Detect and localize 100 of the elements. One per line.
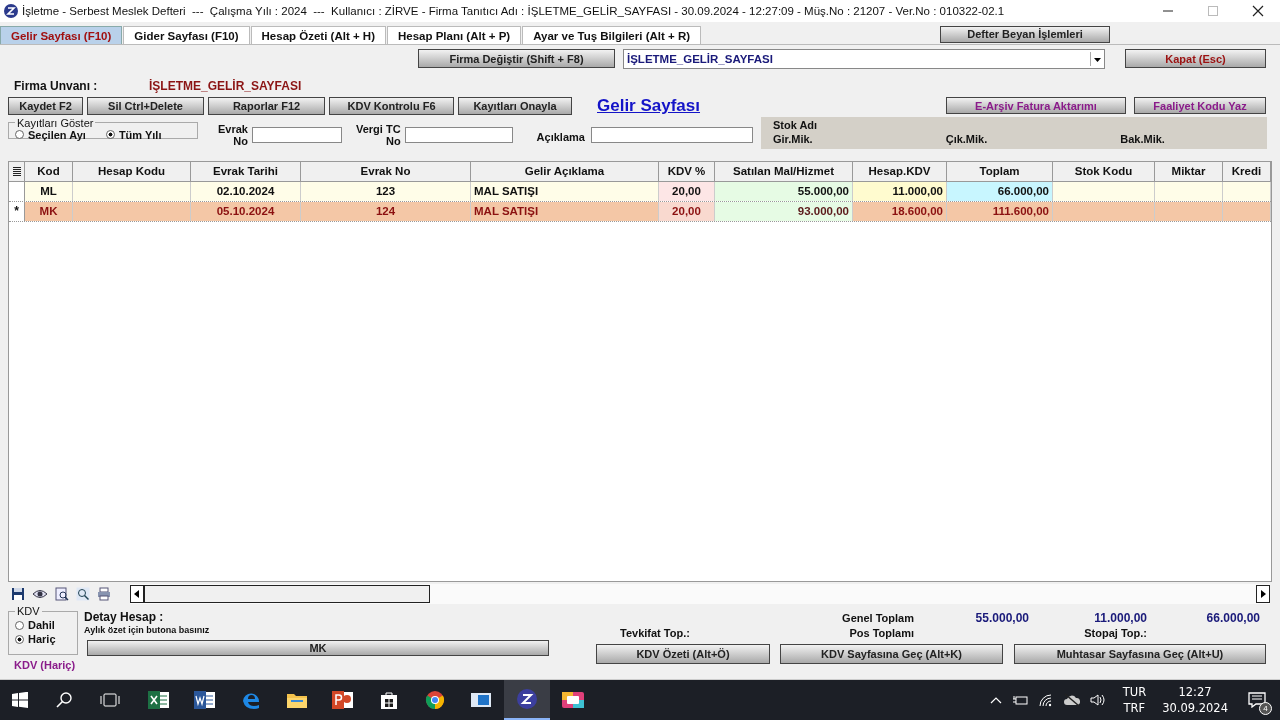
column-menu-icon[interactable] <box>11 166 22 177</box>
pos-toplami-label: Pos Toplamı <box>848 626 914 639</box>
bottom-button[interactable]: Muhtasar Sayfasına Geç (Alt+U) <box>1014 644 1266 665</box>
total-value: 11.000,00 <box>1093 610 1147 625</box>
folder-icon[interactable] <box>286 691 308 709</box>
field-label: Evrak <box>218 122 248 135</box>
column-header[interactable]: Kredi <box>1223 161 1271 181</box>
field-label: Vergi TC <box>356 122 401 135</box>
genel-toplam-label: Genel Toplam <box>841 611 914 624</box>
faaliyet-kodu-button[interactable]: Faaliyet Kodu Yaz <box>1134 97 1266 115</box>
input-field[interactable] <box>252 126 342 143</box>
scroll-left-icon[interactable] <box>130 585 144 604</box>
column-header[interactable]: Hesap.KDV <box>853 161 947 181</box>
kapat-button[interactable]: Kapat (Esc) <box>1125 49 1266 69</box>
group-title: KDV <box>16 605 41 618</box>
radio-option[interactable]: Seçilen Ayı <box>15 128 86 141</box>
scroll-right-icon[interactable] <box>1256 585 1270 604</box>
toolbar-button[interactable]: Sil Ctrl+Delete <box>87 96 204 115</box>
stok-label: Stok Adı <box>772 118 819 131</box>
column-header[interactable]: Gelir Açıklama <box>471 161 659 181</box>
zirve-app-icon[interactable] <box>516 688 538 710</box>
column-header[interactable]: Satılan Mal/Hizmet <box>715 161 853 181</box>
window-app-icon[interactable] <box>470 691 492 709</box>
column-header[interactable]: Hesap Kodu <box>73 161 191 181</box>
radio-label: Tüm Yılı <box>118 128 162 141</box>
document-app-icon[interactable] <box>194 690 216 710</box>
print-icon[interactable] <box>97 587 111 602</box>
group-title: Kayıtları Göster <box>16 116 95 129</box>
start-icon[interactable] <box>12 692 28 708</box>
input-field[interactable] <box>404 126 513 143</box>
e-arsiv-button[interactable]: E-Arşiv Fatura Aktarımı <box>946 97 1126 115</box>
table-cell: 18.600,00 <box>853 201 947 221</box>
battery-icon[interactable] <box>1010 694 1029 706</box>
firma-unvani-label: Firma Unvanı : <box>14 79 99 94</box>
total-value: 66.000,00 <box>1205 610 1260 625</box>
radio-label: Seçilen Ayı <box>28 128 86 141</box>
scroll-thumb[interactable] <box>144 585 430 604</box>
column-header[interactable]: Kod <box>25 161 73 181</box>
tab[interactable]: Gelir Sayfası (F10) <box>0 25 123 44</box>
toolbar-button[interactable]: KDV Kontrolu F6 <box>329 96 454 115</box>
radio-button[interactable] <box>15 634 24 644</box>
cloud-off-icon[interactable] <box>1062 693 1081 707</box>
toolbar-button[interactable]: Kayıtları Onayla <box>458 96 572 115</box>
radio-label: Hariç <box>28 633 56 646</box>
table-cell <box>1223 201 1271 221</box>
tab[interactable]: Hesap Özeti (Alt + H) <box>250 25 386 44</box>
recorder-app-icon[interactable] <box>561 691 585 709</box>
bottom-button[interactable]: KDV Sayfasına Geç (Alt+K) <box>780 644 1003 665</box>
tab[interactable]: Hesap Planı (Alt + P) <box>387 25 522 44</box>
chevron-up-icon[interactable] <box>989 695 1002 705</box>
search-icon[interactable] <box>76 587 90 602</box>
radio-button[interactable] <box>15 130 24 140</box>
browser-icon[interactable] <box>241 690 261 710</box>
toolbar-button[interactable]: Kaydet F2 <box>8 96 83 115</box>
close-icon[interactable] <box>1252 4 1264 17</box>
column-header[interactable]: KDV % <box>659 161 715 181</box>
search-icon[interactable] <box>56 692 72 708</box>
radio-option[interactable]: Hariç <box>15 633 71 646</box>
table-cell: 111.600,00 <box>947 201 1053 221</box>
detay-hint: Aylık özet için butona basınız <box>84 625 211 636</box>
stopaj-label: Stopaj Top.: <box>1083 626 1147 639</box>
defter-beyan-button[interactable]: Defter Beyan İşlemleri <box>940 25 1111 43</box>
radio-label: Dahil <box>28 619 55 632</box>
keyboard-layout[interactable]: TRF <box>1123 700 1146 716</box>
column-header[interactable]: Toplam <box>947 161 1053 181</box>
radio-option[interactable]: Tüm Yılı <box>105 128 162 141</box>
window-title: İşletme - Serbest Meslek Defteri --- Çalışma Yılı : 2024 --- Kullanıcı : ZİRVE - Firma Tanıtıcı Adı : İŞLETME_GELİR_SAYFASI - 30.09.2024 - 12:27:09 - Müş.No : 21207 - Ver.No : 010322-02.1 <box>22 4 1005 17</box>
bottom-button[interactable]: KDV Özeti (Alt+Ö) <box>596 644 770 665</box>
tab[interactable]: Ayar ve Tuş Bilgileri (Alt + R) <box>522 25 702 44</box>
chrome-browser-icon[interactable] <box>425 690 445 710</box>
volume-icon[interactable] <box>1089 693 1106 707</box>
radio-button[interactable] <box>105 130 115 140</box>
column-header[interactable]: Evrak Tarihi <box>191 161 301 181</box>
radio-button[interactable] <box>15 620 24 630</box>
task-view-icon[interactable] <box>100 693 120 707</box>
horizontal-scrollbar[interactable] <box>130 584 1270 605</box>
column-header[interactable]: Miktar <box>1155 161 1223 181</box>
radio-option[interactable]: Dahil <box>15 619 71 632</box>
language-indicator[interactable]: TUR <box>1122 684 1147 700</box>
save-icon[interactable] <box>11 587 25 602</box>
tab[interactable]: Gider Sayfası (F10) <box>123 25 250 44</box>
field-label: Açıklama <box>536 130 585 143</box>
row-marker: * <box>14 204 19 219</box>
presentation-app-icon[interactable] <box>332 690 354 710</box>
wifi-icon[interactable] <box>1037 693 1054 707</box>
firma-degistir-button[interactable]: Firma Değiştir (Shift + F8) <box>418 49 615 69</box>
input-field[interactable] <box>590 126 753 143</box>
store-bag-icon[interactable] <box>379 690 399 710</box>
clock-date[interactable]: 30.09.2024 <box>1162 700 1228 716</box>
toolbar-button[interactable]: Raporlar F12 <box>208 96 325 115</box>
notification-icon[interactable] <box>1248 692 1266 708</box>
document-search-icon[interactable] <box>55 587 69 602</box>
clock-time[interactable]: 12:27 <box>1178 684 1212 700</box>
firma-unvani-value: İŞLETME_GELİR_SAYFASI <box>149 79 302 94</box>
column-header[interactable]: Stok Kodu <box>1053 161 1155 181</box>
column-header[interactable]: Evrak No <box>301 161 471 181</box>
firma-select[interactable]: İŞLETME_GELİR_SAYFASI <box>623 49 1105 69</box>
spreadsheet-app-icon[interactable] <box>148 690 170 710</box>
total-value: 55.000,00 <box>974 610 1029 625</box>
detay-button[interactable]: MK <box>87 640 549 657</box>
